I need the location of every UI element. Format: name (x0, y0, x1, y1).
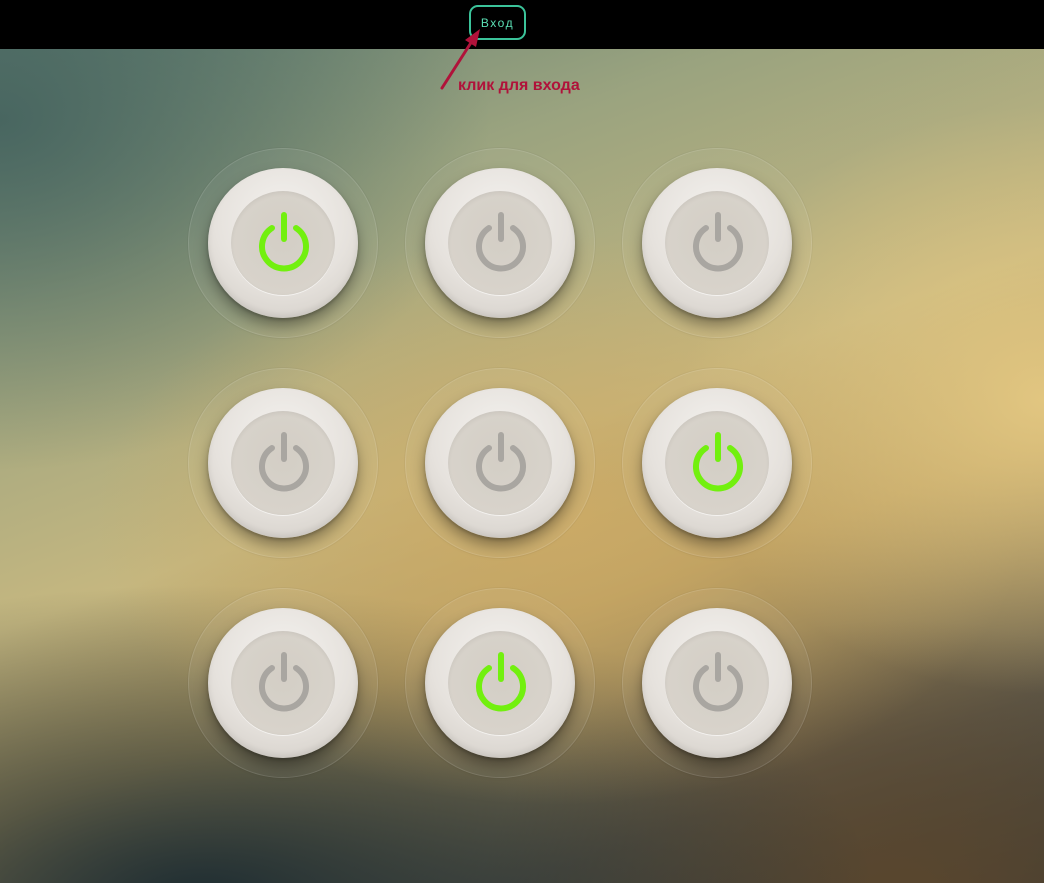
power-button-1-2[interactable] (425, 168, 575, 318)
power-button-3-2[interactable] (425, 608, 575, 758)
power-button-face (231, 191, 335, 295)
power-cell (622, 368, 812, 558)
power-icon (693, 432, 743, 492)
power-cell (622, 148, 812, 338)
power-cell (188, 148, 378, 338)
power-button-2-2[interactable] (425, 388, 575, 538)
power-button-2-3[interactable] (642, 388, 792, 538)
power-icon (693, 652, 743, 712)
power-button-3-1[interactable] (208, 608, 358, 758)
power-icon (476, 652, 526, 712)
power-icon (259, 652, 309, 712)
power-cell (622, 588, 812, 778)
power-icon (259, 432, 309, 492)
power-button-2-1[interactable] (208, 388, 358, 538)
power-button-face (448, 411, 552, 515)
power-button-3-3[interactable] (642, 608, 792, 758)
power-button-face (665, 411, 769, 515)
power-icon (476, 432, 526, 492)
page: Вход клик для входа (0, 0, 1044, 883)
annotation-text: клик для входа (458, 77, 580, 94)
power-button-face (448, 631, 552, 735)
power-icon (259, 212, 309, 272)
power-cell (405, 148, 595, 338)
power-icon (476, 212, 526, 272)
power-cell (188, 588, 378, 778)
power-button-face (665, 631, 769, 735)
top-bar: Вход (0, 0, 1044, 49)
power-button-face (231, 411, 335, 515)
power-cell (188, 368, 378, 558)
power-cell (405, 588, 595, 778)
power-icon (693, 212, 743, 272)
power-button-1-1[interactable] (208, 168, 358, 318)
power-button-face (448, 191, 552, 295)
power-button-face (231, 631, 335, 735)
power-cell (405, 368, 595, 558)
power-button-grid (188, 148, 812, 778)
power-button-1-3[interactable] (642, 168, 792, 318)
power-button-face (665, 191, 769, 295)
